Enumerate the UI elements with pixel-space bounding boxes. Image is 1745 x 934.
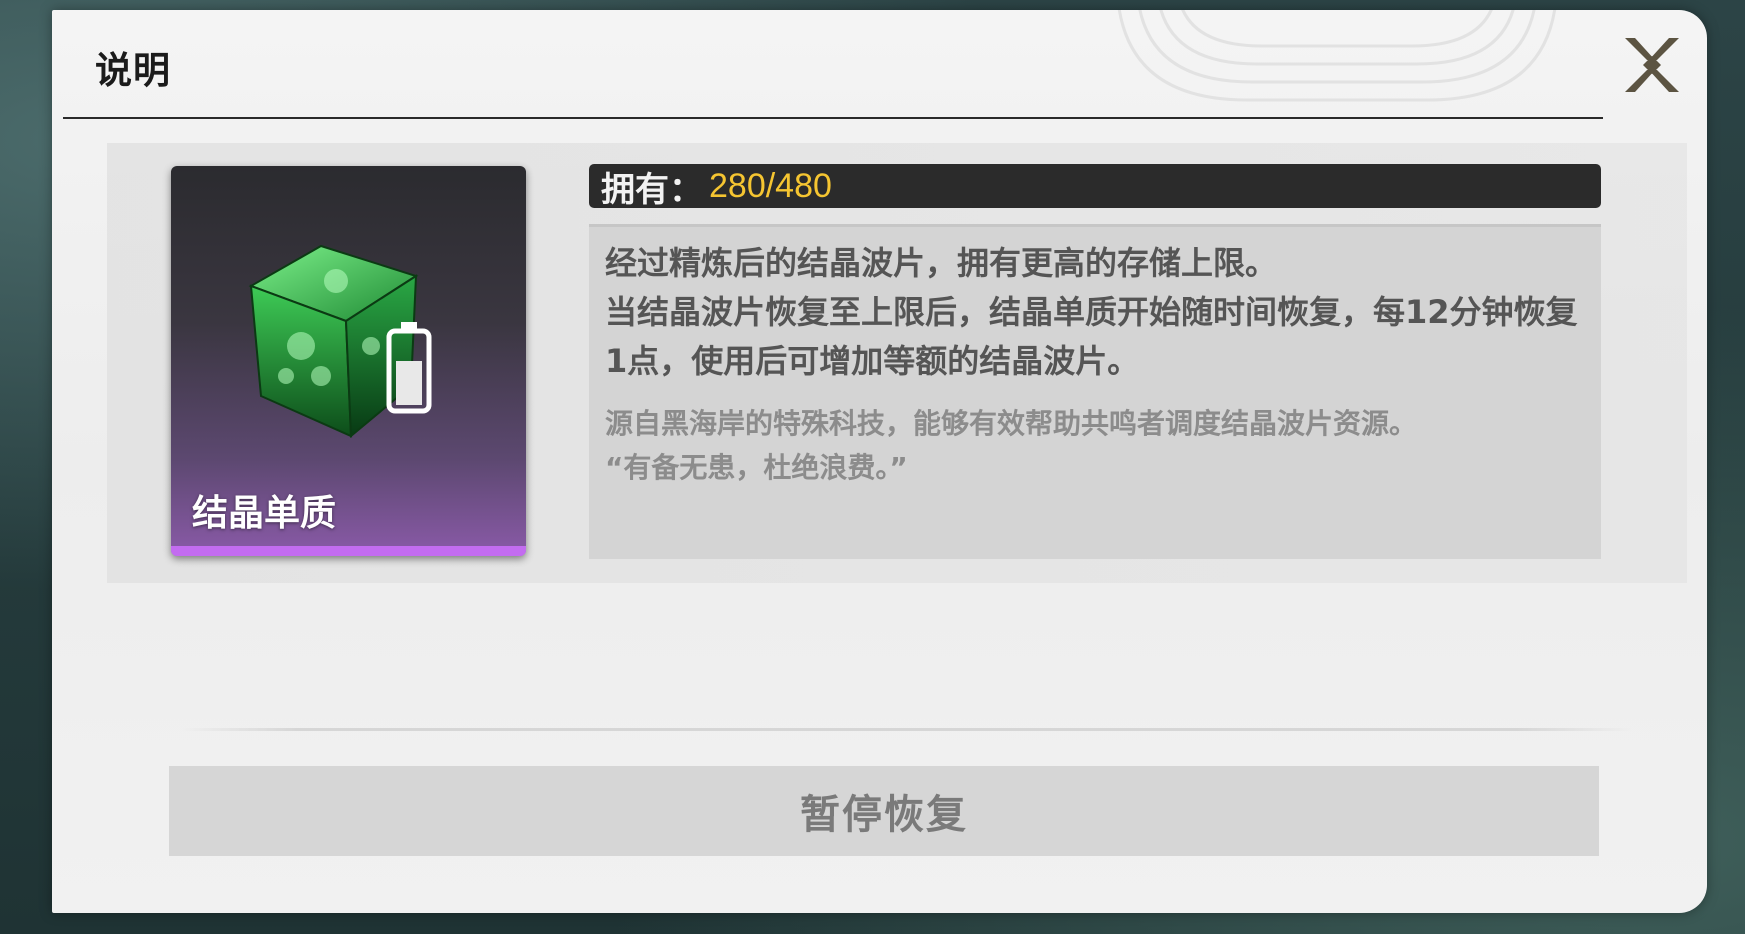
owned-value: 280/480	[709, 166, 832, 205]
green-crystal-cube-battery-icon	[248, 244, 432, 439]
description-main: 经过精炼后的结晶波片，拥有更高的存储上限。 当结晶波片恢复至上限后，结晶单质开始…	[605, 239, 1585, 386]
flavor-line-2: “有备无患，杜绝浪费。”	[605, 451, 908, 484]
description-box: 经过精炼后的结晶波片，拥有更高的存储上限。 当结晶波片恢复至上限后，结晶单质开始…	[589, 224, 1601, 559]
description-line-1: 经过精炼后的结晶波片，拥有更高的存储上限。	[605, 244, 1278, 282]
pause-recovery-label: 暂停恢复	[800, 792, 968, 838]
description-flavor: 源自黑海岸的特殊科技，能够有效帮助共鸣者调度结晶波片资源。 “有备无患，杜绝浪费…	[605, 402, 1585, 490]
description-line-2: 当结晶波片恢复至上限后，结晶单质开始随时间恢复，每12分钟恢复1点，使用后可增加…	[605, 293, 1578, 380]
owned-count-bar: 拥有： 280/480	[589, 164, 1601, 210]
item-detail-dialog: 说明 结晶单质 拥有： 280/480 经过精炼后的结晶波片，拥有更高的存储上限…	[52, 10, 1707, 913]
close-button[interactable]	[1617, 30, 1687, 100]
title-underline	[63, 117, 1603, 119]
flavor-line-1: 源自黑海岸的特殊科技，能够有效帮助共鸣者调度结晶波片资源。	[605, 407, 1418, 440]
decorative-arcs	[1117, 10, 1557, 102]
rarity-bar	[171, 546, 526, 556]
item-card: 结晶单质	[171, 166, 526, 556]
dialog-title: 说明	[95, 49, 171, 92]
owned-label: 拥有：	[601, 169, 703, 210]
pause-recovery-button[interactable]: 暂停恢复	[169, 766, 1599, 856]
close-x-icon	[1625, 38, 1679, 92]
section-divider	[182, 728, 1632, 731]
item-name: 结晶单质	[192, 493, 337, 534]
